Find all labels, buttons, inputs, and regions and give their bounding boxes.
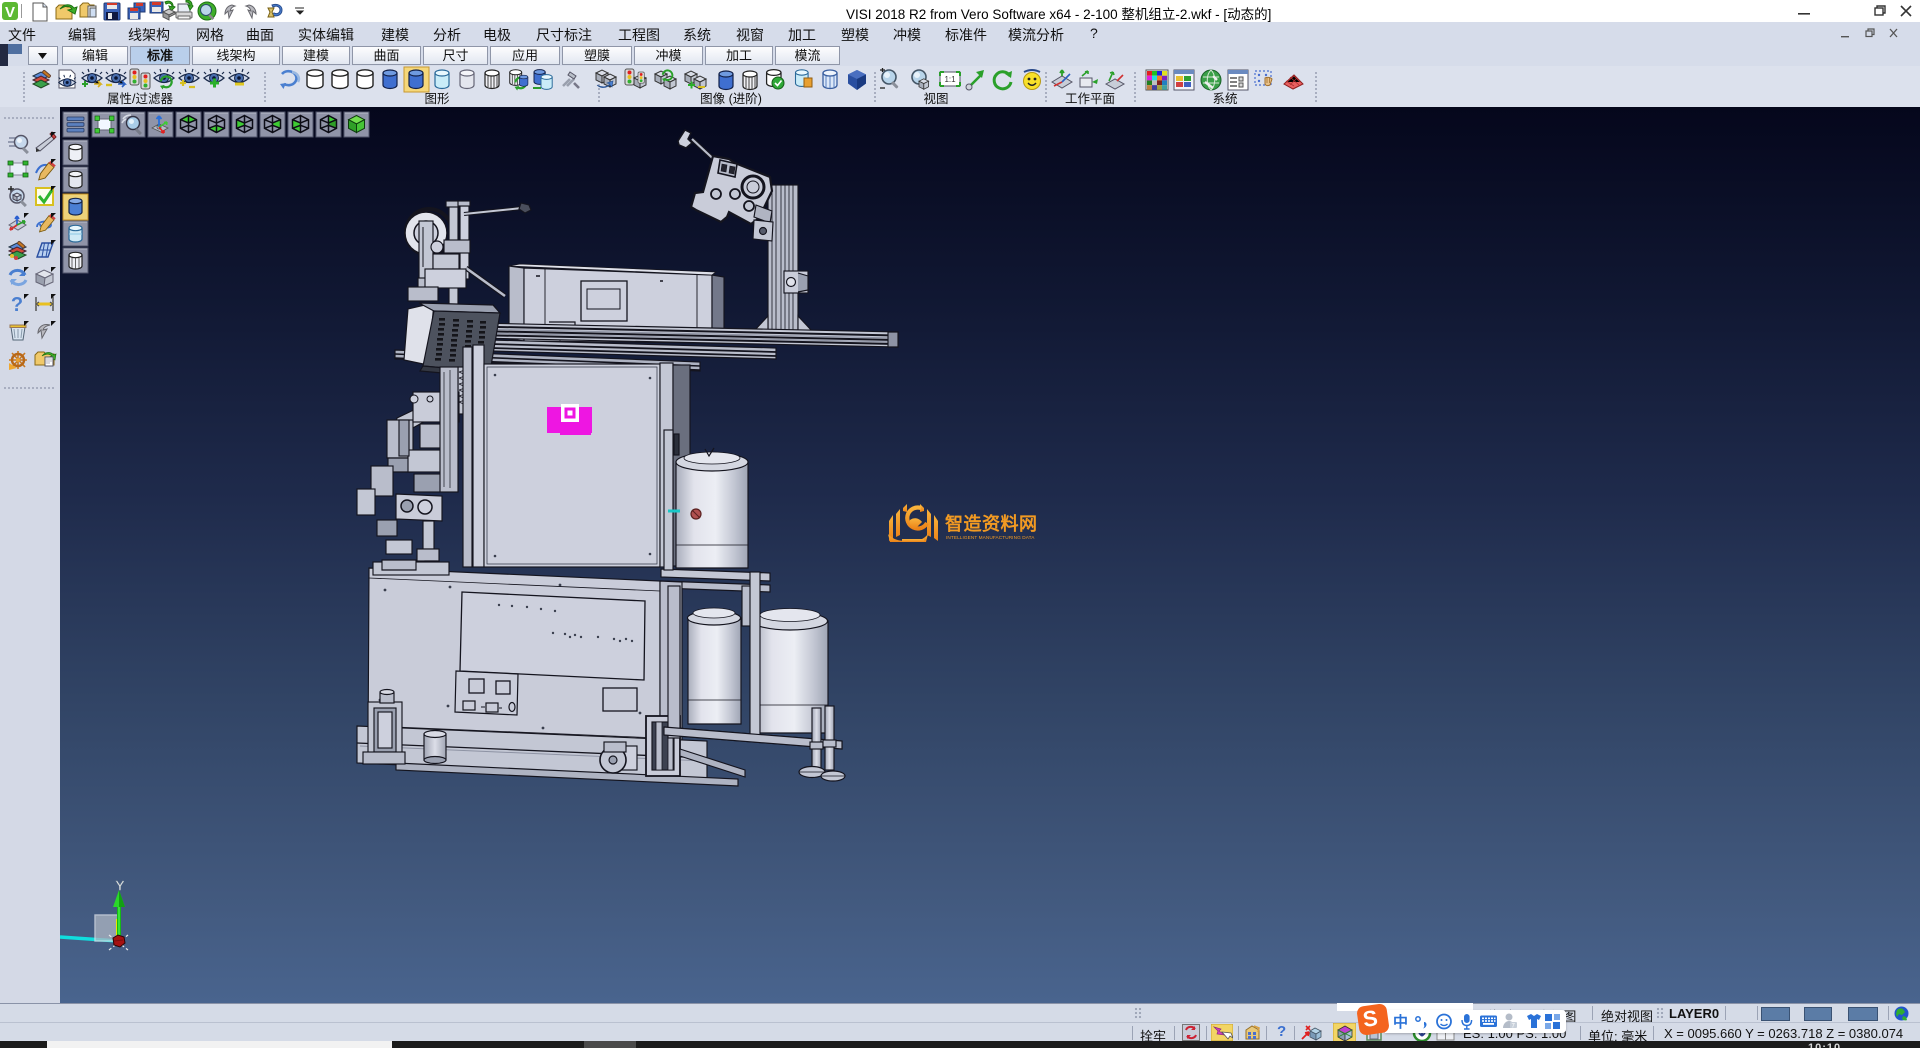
svg-text:V: V	[5, 4, 15, 21]
svg-text:Y: Y	[116, 878, 125, 893]
svg-text:中: 中	[1393, 1013, 1408, 1031]
svg-text:系统: 系统	[1212, 92, 1237, 106]
svg-text:智造资料网: 智造资料网	[945, 513, 1038, 534]
svg-text:视图: 视图	[923, 91, 948, 106]
svg-text:图像 (进阶): 图像 (进阶)	[700, 92, 762, 106]
svg-text:属性/过滤器: 属性/过滤器	[107, 92, 173, 106]
svg-text:?: ?	[11, 294, 23, 316]
svg-text:1:1: 1:1	[944, 75, 956, 84]
svg-text:工作平面: 工作平面	[1065, 92, 1115, 106]
svg-text:图形: 图形	[424, 92, 450, 106]
svg-text:INTELLIGENT MANUFACTURING DATA: INTELLIGENT MANUFACTURING DATA	[946, 535, 1035, 540]
